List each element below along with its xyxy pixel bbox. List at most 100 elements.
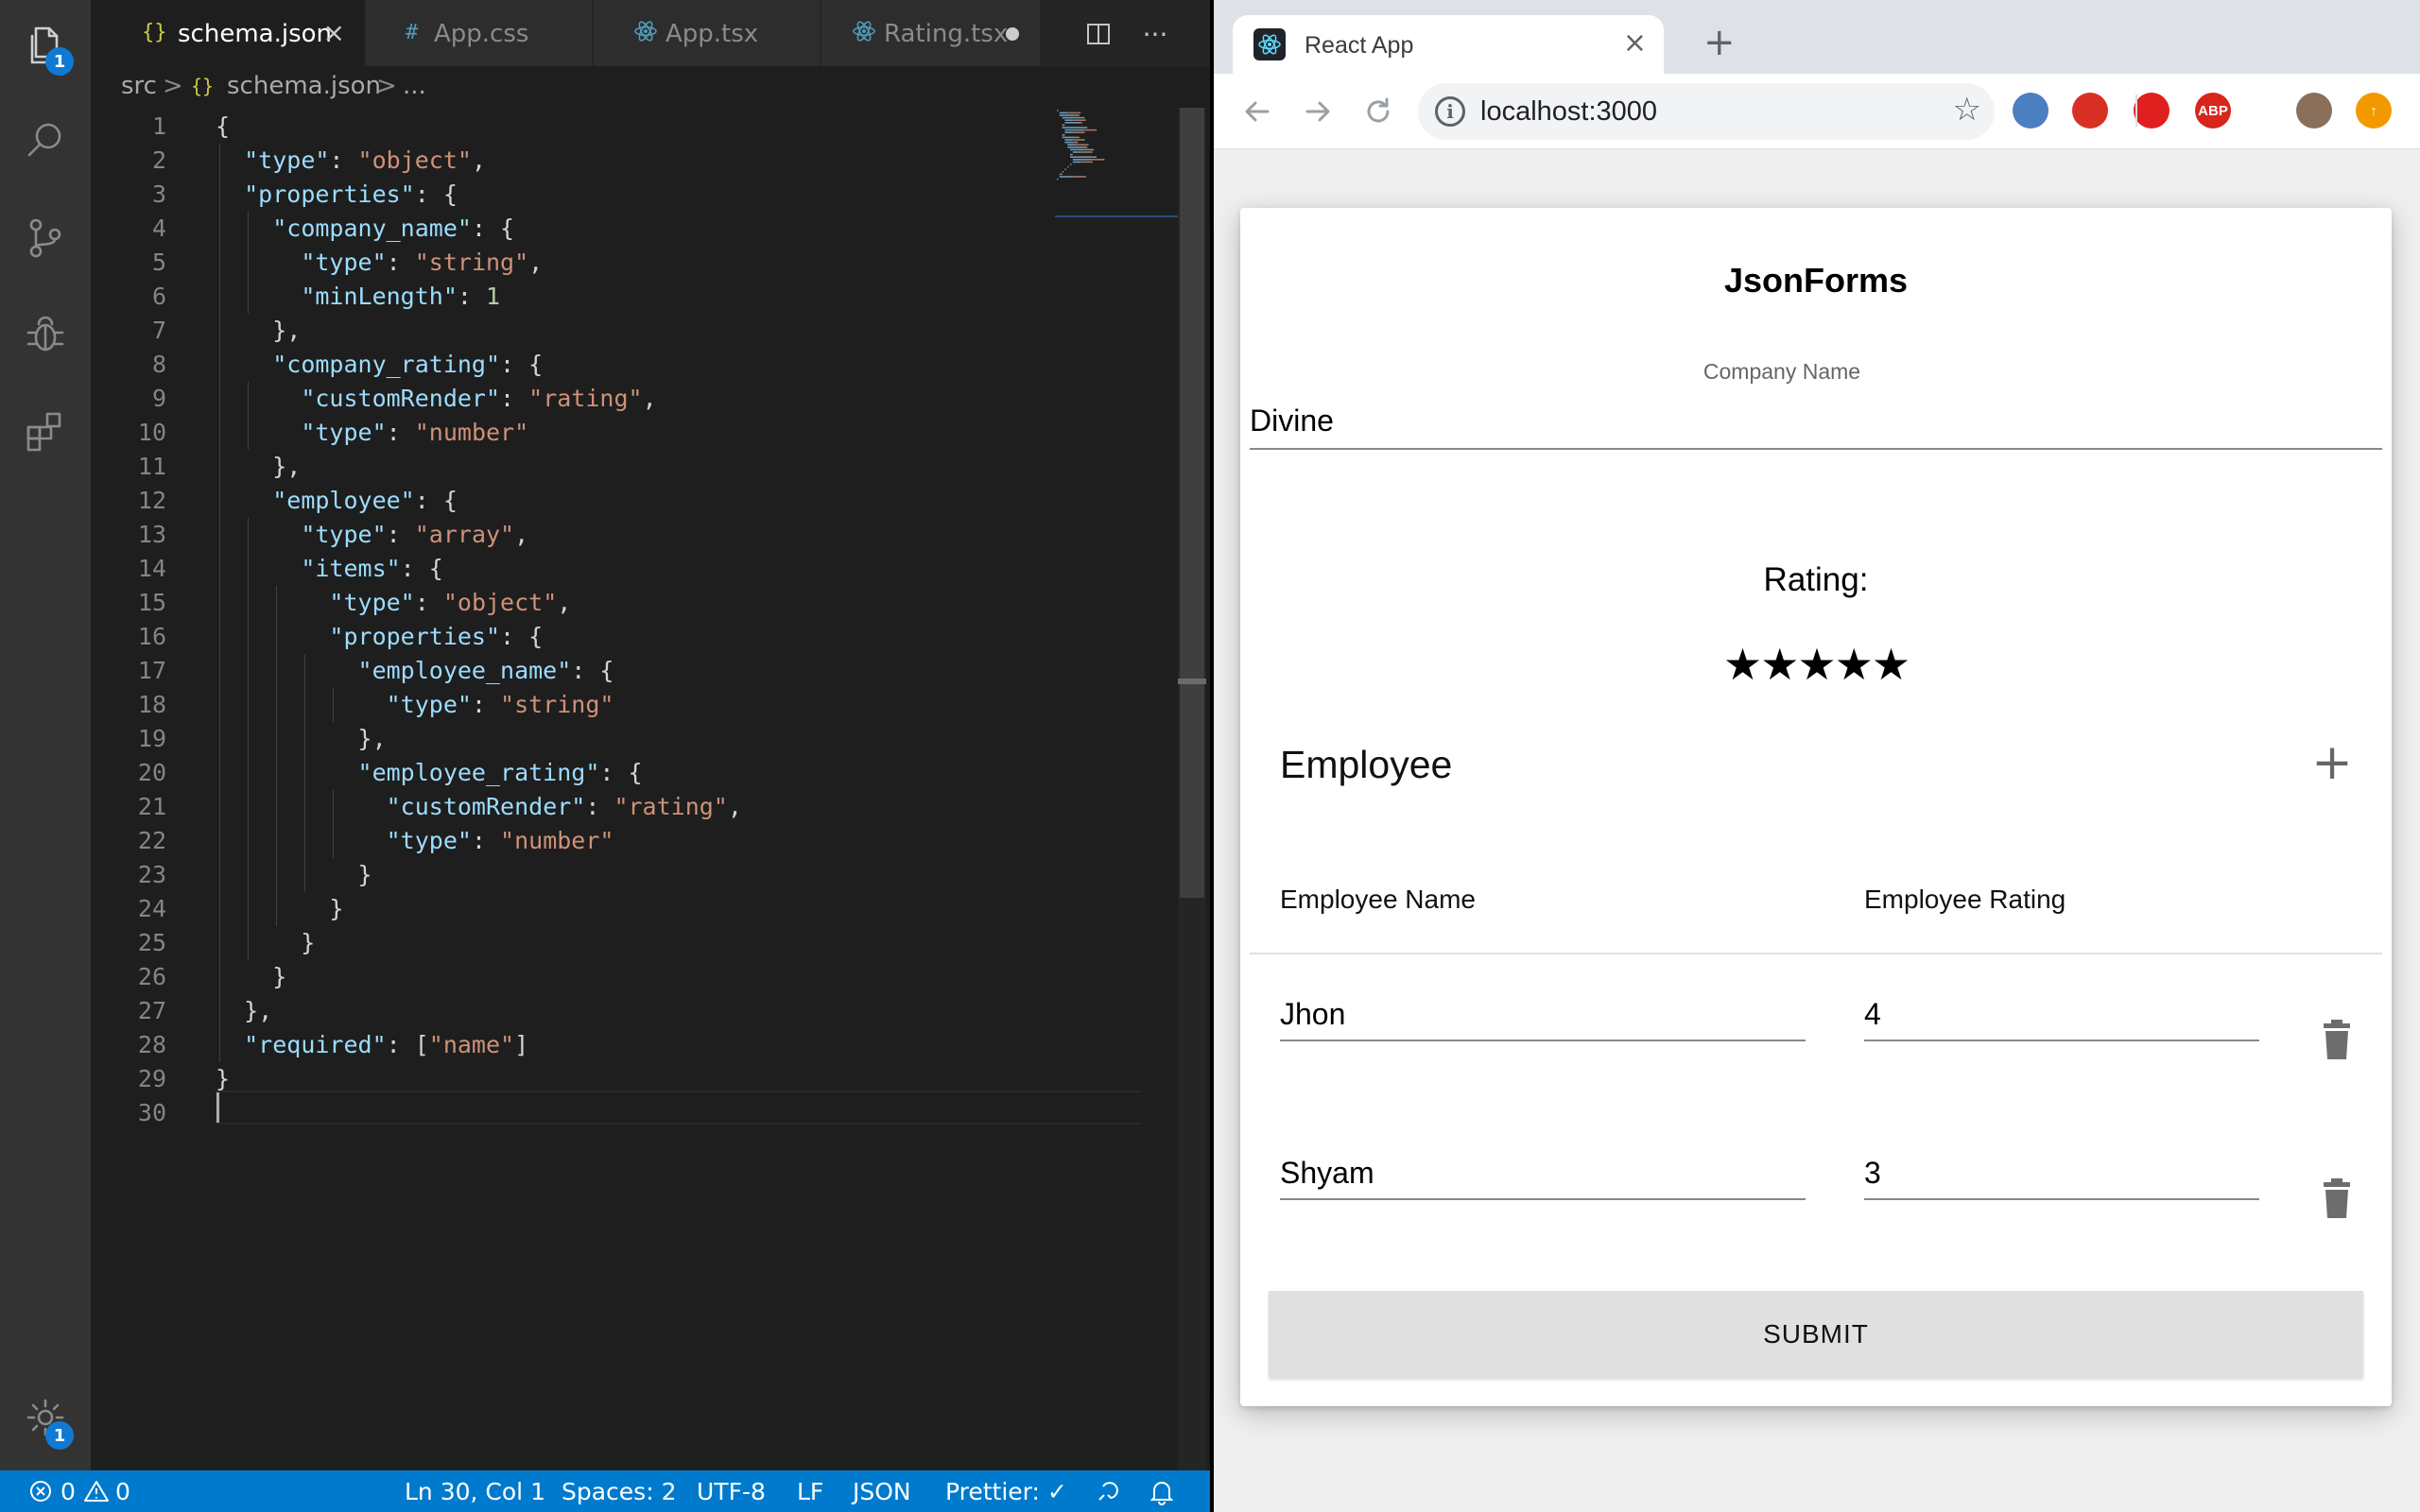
search-button[interactable] [0,94,91,185]
breadcrumb-file[interactable]: schema.json [227,72,381,100]
company-name-input[interactable] [1250,393,2382,450]
close-icon[interactable]: × [1623,26,1647,60]
line-number: 6 [151,283,166,310]
minimap-token [1081,161,1093,163]
column-header-employee-rating: Employee Rating [1864,885,2066,914]
feedback-icon[interactable] [1094,1479,1120,1511]
ext-opera-icon[interactable] [2013,93,2048,129]
bookmark-star-icon[interactable]: ☆ [1953,91,1981,129]
address-bar[interactable]: i localhost:3000 ☆ [1418,83,1995,140]
code-line: "required": ["name"] [244,1031,529,1058]
ext-mic-icon[interactable] [2072,93,2108,129]
minimap-token [1080,161,1082,163]
url-text[interactable]: localhost:3000 [1480,96,1657,128]
minimap-token [1064,131,1073,133]
minimap-token [1081,151,1093,153]
new-tab-button[interactable]: + [1703,21,1736,64]
warning-icon[interactable] [83,1479,110,1509]
minimap-token [1064,141,1075,144]
employee-rating-input[interactable] [1864,1147,2259,1200]
add-employee-button[interactable]: + [2308,738,2356,787]
indent-guide [276,586,278,926]
tab-rating-tsx[interactable]: Rating.tsx [821,0,1041,66]
minimap-token [1075,114,1080,116]
prettier-status[interactable]: Prettier: ✓ [945,1478,1067,1505]
css-file-icon: # [406,21,419,44]
extensions-button[interactable] [0,386,91,476]
more-actions-button[interactable]: ··· [1136,15,1174,53]
profile-avatar[interactable] [2296,93,2332,129]
code-line: "properties": { [329,623,544,650]
info-icon[interactable]: i [1435,96,1465,127]
back-button[interactable] [1236,91,1278,132]
source-control-button[interactable] [0,193,91,284]
code-line: "type": "number" [301,419,529,446]
chevron-right-icon: > [376,72,397,100]
minimap-token [1067,112,1069,114]
manage-button[interactable]: 1 [0,1372,91,1463]
employee-rating-input[interactable] [1864,988,2259,1041]
employee-name-input[interactable] [1280,1147,1806,1200]
end-of-line[interactable]: LF [797,1478,823,1505]
error-count[interactable]: 0 [60,1478,76,1505]
forward-button[interactable] [1297,91,1339,132]
table-header-divider [1250,953,2382,954]
encoding[interactable]: UTF-8 [697,1478,766,1505]
indentation[interactable]: Spaces: 2 [562,1478,676,1505]
minimap-token [1057,110,1059,112]
explorer-button[interactable]: 1 [0,0,91,91]
tab-label: Rating.tsx [884,20,1009,48]
ext-adblock-icon[interactable]: ABP [2195,93,2231,129]
minimap-token [1062,116,1081,119]
reload-icon [1367,97,1390,123]
arrow-left-icon [1245,101,1270,122]
browser-tab[interactable]: React App × [1233,15,1664,74]
code-line: "type": "array", [301,521,529,548]
minimap-token [1077,176,1085,178]
line-number: 30 [137,1099,166,1126]
editor-scrollbar[interactable] [1178,108,1206,1470]
language-mode[interactable]: JSON [853,1478,911,1505]
code-line: "properties": { [244,180,458,208]
line-number: 10 [137,419,166,446]
bell-icon[interactable] [1150,1479,1174,1511]
scrollbar-thumb[interactable] [1180,108,1204,898]
settings-badge: 1 [45,1421,74,1450]
rating-label: Rating: [1763,561,1869,598]
minimap-token [1083,129,1085,131]
split-editor-button[interactable] [1080,15,1117,53]
line-number: 24 [137,895,166,922]
unsaved-dot-icon[interactable] [1006,27,1019,41]
employee-name-input[interactable] [1280,988,1806,1041]
breadcrumb-folder[interactable]: src [121,72,157,100]
minimap-token [1083,146,1088,148]
tab-schema-json[interactable]: {} schema.json × [91,0,365,66]
breadcrumb-symbol[interactable]: ... [403,72,426,100]
line-number: 16 [137,623,166,650]
warning-count[interactable]: 0 [115,1478,130,1505]
code-line: "employee_rating": { [357,759,643,786]
minimap-token [1067,146,1083,148]
delete-row-button[interactable] [2318,1177,2356,1221]
cursor-position[interactable]: Ln 30, Col 1 [405,1478,545,1505]
code-line: { [216,112,231,140]
debug-button[interactable] [0,289,91,380]
code-line: "customRender": "rating", [301,385,657,412]
minimap-token [1077,144,1088,146]
company-rating-stars[interactable]: ★★★★★ [1240,639,2392,690]
minimap-token [1095,129,1097,131]
tab-app-css[interactable]: # App.css [366,0,593,66]
minimap[interactable] [1055,108,1178,221]
minimap-token [1080,151,1082,153]
reload-button[interactable] [1357,91,1399,132]
tab-app-tsx[interactable]: App.tsx [594,0,821,66]
text-cursor [216,1092,219,1123]
ext-stop-hand-icon[interactable] [2134,93,2169,129]
error-icon[interactable] [28,1479,53,1509]
submit-button[interactable]: SUBMIT [1269,1291,2363,1378]
code-editor[interactable]: 1{2 "type": "object", 3 "properties": {4 … [91,108,1178,1470]
close-icon[interactable]: × [323,17,345,48]
delete-row-button[interactable] [2318,1019,2356,1062]
update-icon[interactable]: ↑ [2356,93,2392,129]
minimap-token [1070,156,1093,158]
